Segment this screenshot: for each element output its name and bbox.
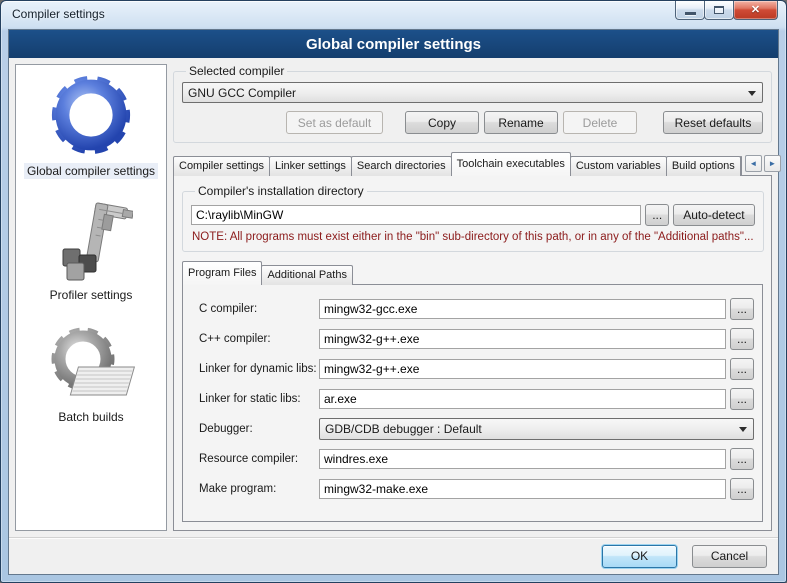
settings-tabbar: Compiler settings Linker settings Search… — [173, 151, 772, 176]
installation-directory-browse-button[interactable]: ... — [645, 204, 669, 226]
dialog-footer: OK Cancel — [9, 537, 778, 574]
sidebar-item-label: Global compiler settings — [24, 163, 158, 179]
reset-defaults-button[interactable]: Reset defaults — [663, 111, 763, 134]
minimize-button[interactable] — [675, 1, 705, 20]
tab-compiler-settings[interactable]: Compiler settings — [173, 156, 270, 176]
program-files-page: C compiler: ... C++ compiler: ... Linker… — [182, 284, 763, 522]
field-row-c-compiler: C compiler: ... — [199, 298, 754, 320]
selected-compiler-group: Selected compiler GNU GCC Compiler Set a… — [173, 64, 772, 143]
close-icon: ✕ — [751, 5, 760, 16]
field-label: Debugger: — [199, 423, 319, 435]
minimize-icon — [685, 12, 696, 15]
set-as-default-button[interactable]: Set as default — [286, 111, 383, 134]
make-program-input[interactable] — [319, 479, 726, 499]
installation-directory-group: Compiler's installation directory ... Au… — [182, 184, 764, 252]
sidebar-item-label: Profiler settings — [47, 287, 136, 303]
tab-linker-settings[interactable]: Linker settings — [269, 156, 352, 176]
debugger-select[interactable]: GDB/CDB debugger : Default — [319, 418, 754, 440]
sidebar-item-profiler-settings[interactable]: Profiler settings — [47, 199, 136, 303]
resource-compiler-input[interactable] — [319, 449, 726, 469]
compiler-select-value: GNU GCC Compiler — [188, 86, 742, 100]
titlebar[interactable]: Compiler settings ✕ — [1, 1, 786, 29]
settings-category-list: Global compiler settings — [15, 64, 167, 531]
cancel-button[interactable]: Cancel — [692, 545, 767, 568]
main-panel: Selected compiler GNU GCC Compiler Set a… — [173, 64, 772, 531]
dialog-header: Global compiler settings — [9, 30, 778, 58]
tab-build-options[interactable]: Build options — [666, 156, 741, 176]
field-row-cpp-compiler: C++ compiler: ... — [199, 328, 754, 350]
cpp-compiler-browse-button[interactable]: ... — [730, 328, 754, 350]
sidebar-item-global-compiler-settings[interactable]: Global compiler settings — [24, 69, 158, 179]
field-label: Resource compiler: — [199, 453, 319, 465]
installation-directory-input[interactable] — [191, 205, 641, 225]
tab-custom-variables[interactable]: Custom variables — [570, 156, 667, 176]
field-label: Linker for dynamic libs: — [199, 363, 319, 375]
cpp-compiler-input[interactable] — [319, 329, 726, 349]
dialog-body: Global compiler settings — [9, 58, 778, 537]
bin-subdirectory-note: NOTE: All programs must exist either in … — [192, 231, 754, 243]
resource-compiler-browse-button[interactable]: ... — [730, 448, 754, 470]
caliper-icon — [49, 199, 133, 285]
toolchain-executables-page: Compiler's installation directory ... Au… — [173, 175, 772, 531]
field-row-debugger: Debugger: GDB/CDB debugger : Default — [199, 418, 754, 440]
copy-button[interactable]: Copy — [405, 111, 479, 134]
tab-scroll-controls: ◄ ► — [742, 155, 781, 176]
dialog-frame: Global compiler settings — [8, 29, 779, 575]
compiler-select[interactable]: GNU GCC Compiler — [182, 82, 763, 103]
close-button[interactable]: ✕ — [733, 1, 778, 20]
page-title: Global compiler settings — [306, 36, 481, 53]
maximize-button[interactable] — [704, 1, 734, 20]
field-label: C++ compiler: — [199, 333, 319, 345]
window-controls: ✕ — [676, 1, 778, 20]
field-row-static-linker: Linker for static libs: ... — [199, 388, 754, 410]
dynamic-linker-input[interactable] — [319, 359, 726, 379]
gear-stack-icon — [45, 323, 137, 407]
tab-search-directories[interactable]: Search directories — [351, 156, 452, 176]
sidebar-item-batch-builds[interactable]: Batch builds — [45, 323, 137, 425]
chevron-down-icon — [748, 91, 756, 100]
tab-scroll-right-button[interactable]: ► — [764, 155, 781, 172]
field-row-resource-compiler: Resource compiler: ... — [199, 448, 754, 470]
installation-directory-row: ... Auto-detect — [191, 204, 755, 226]
static-linker-input[interactable] — [319, 389, 726, 409]
program-tabbar: Program Files Additional Paths — [182, 260, 763, 285]
maximize-icon — [714, 6, 724, 14]
ok-button[interactable]: OK — [602, 545, 677, 568]
auto-detect-button[interactable]: Auto-detect — [673, 204, 754, 226]
installation-directory-group-label: Compiler's installation directory — [195, 184, 367, 198]
window-title: Compiler settings — [12, 7, 105, 21]
sidebar-item-label: Batch builds — [55, 409, 126, 425]
delete-button[interactable]: Delete — [563, 111, 637, 134]
tab-scroll-left-button[interactable]: ◄ — [745, 155, 762, 172]
dynamic-linker-browse-button[interactable]: ... — [730, 358, 754, 380]
tab-toolchain-executables[interactable]: Toolchain executables — [451, 152, 571, 176]
tab-additional-paths[interactable]: Additional Paths — [261, 265, 353, 285]
tab-program-files[interactable]: Program Files — [182, 261, 262, 285]
field-label: Make program: — [199, 483, 319, 495]
chevron-down-icon — [739, 427, 747, 436]
c-compiler-browse-button[interactable]: ... — [730, 298, 754, 320]
c-compiler-input[interactable] — [319, 299, 726, 319]
static-linker-browse-button[interactable]: ... — [730, 388, 754, 410]
field-label: C compiler: — [199, 303, 319, 315]
compiler-buttons-row: Set as default Copy Rename Delete Reset … — [182, 111, 763, 134]
selected-compiler-group-label: Selected compiler — [186, 64, 287, 78]
field-row-make-program: Make program: ... — [199, 478, 754, 500]
rename-button[interactable]: Rename — [484, 111, 558, 134]
compiler-settings-window: Compiler settings ✕ Global compiler sett… — [0, 0, 787, 583]
blue-gear-icon — [45, 69, 137, 161]
field-row-dynamic-linker: Linker for dynamic libs: ... — [199, 358, 754, 380]
field-label: Linker for static libs: — [199, 393, 319, 405]
make-program-browse-button[interactable]: ... — [730, 478, 754, 500]
debugger-select-value: GDB/CDB debugger : Default — [325, 422, 733, 436]
